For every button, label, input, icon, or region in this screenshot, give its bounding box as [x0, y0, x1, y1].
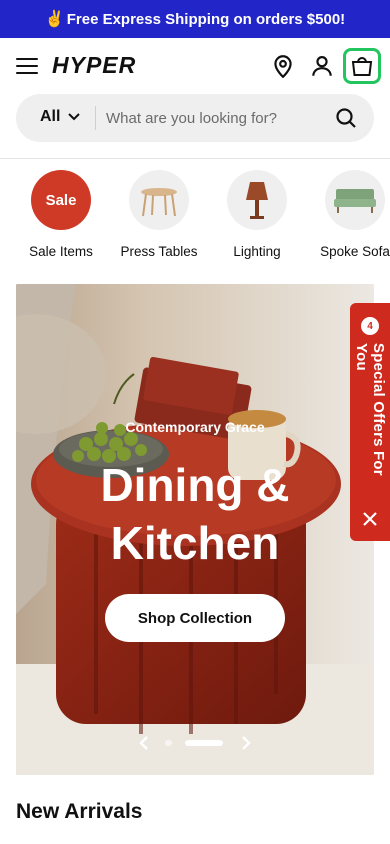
sale-badge: Sale [31, 170, 91, 230]
slide-dot-active[interactable] [185, 740, 223, 746]
category-value: All [40, 108, 61, 125]
sofa-thumbnail [325, 170, 385, 230]
section-title: New Arrivals [16, 800, 143, 823]
category-item-sale[interactable]: Sale Sale Items [12, 170, 110, 259]
hero-content: Contemporary Grace Dining & Kitchen Shop… [16, 284, 374, 775]
shopping-bag-icon [351, 57, 373, 76]
category-label: Press Tables [120, 244, 198, 259]
search-bar: All [16, 94, 374, 142]
table-thumbnail [129, 170, 189, 230]
divider [0, 158, 390, 159]
table-icon [141, 188, 177, 217]
site-header: HYPER [0, 38, 390, 94]
victory-hand-icon: ✌️ [44, 11, 65, 28]
category-dropdown[interactable]: All [40, 108, 81, 126]
promo-text: Free Express Shipping on orders $500! [66, 10, 346, 28]
offers-label: Special Offers For You [353, 343, 387, 476]
category-item-lighting[interactable]: Lighting [208, 170, 306, 259]
category-item-press-tables[interactable]: Press Tables [110, 170, 208, 259]
promo-banner[interactable]: ✌️ Free Express Shipping on orders $500! [0, 0, 390, 38]
category-label: Lighting [233, 244, 281, 259]
location-pin-icon[interactable] [270, 53, 296, 79]
account-icon[interactable] [309, 53, 335, 79]
divider [95, 106, 96, 130]
chevron-left-icon[interactable] [136, 734, 152, 752]
menu-icon[interactable] [16, 57, 38, 75]
category-carousel: Sale Sale Items Press Tables Lighting Sp… [0, 170, 390, 270]
chevron-right-icon[interactable] [238, 734, 254, 752]
logo[interactable]: HYPER [52, 52, 136, 79]
special-offers-tab[interactable]: 4 Special Offers For You [350, 303, 390, 541]
sofa-icon [334, 189, 376, 213]
lamp-icon [246, 182, 268, 219]
close-icon[interactable] [362, 511, 378, 527]
search-input[interactable] [106, 102, 326, 134]
category-label: Sale Items [29, 244, 93, 259]
category-item-spoke-sofa[interactable]: Spoke Sofa [306, 170, 390, 259]
shop-collection-button[interactable]: Shop Collection [105, 594, 285, 642]
lamp-thumbnail [227, 170, 287, 230]
hero-eyebrow: Contemporary Grace [125, 419, 265, 435]
cart-button[interactable] [343, 48, 381, 84]
offers-count-badge: 4 [361, 317, 379, 335]
slide-dot[interactable] [165, 740, 172, 746]
search-icon[interactable] [334, 106, 358, 130]
chevron-down-icon [68, 113, 81, 121]
hero-banner[interactable]: Contemporary Grace Dining & Kitchen Shop… [16, 284, 374, 775]
category-label: Spoke Sofa [320, 244, 390, 259]
hero-title-text: Dining & Kitchen [100, 459, 290, 569]
hero-title: Dining & Kitchen [16, 456, 374, 572]
